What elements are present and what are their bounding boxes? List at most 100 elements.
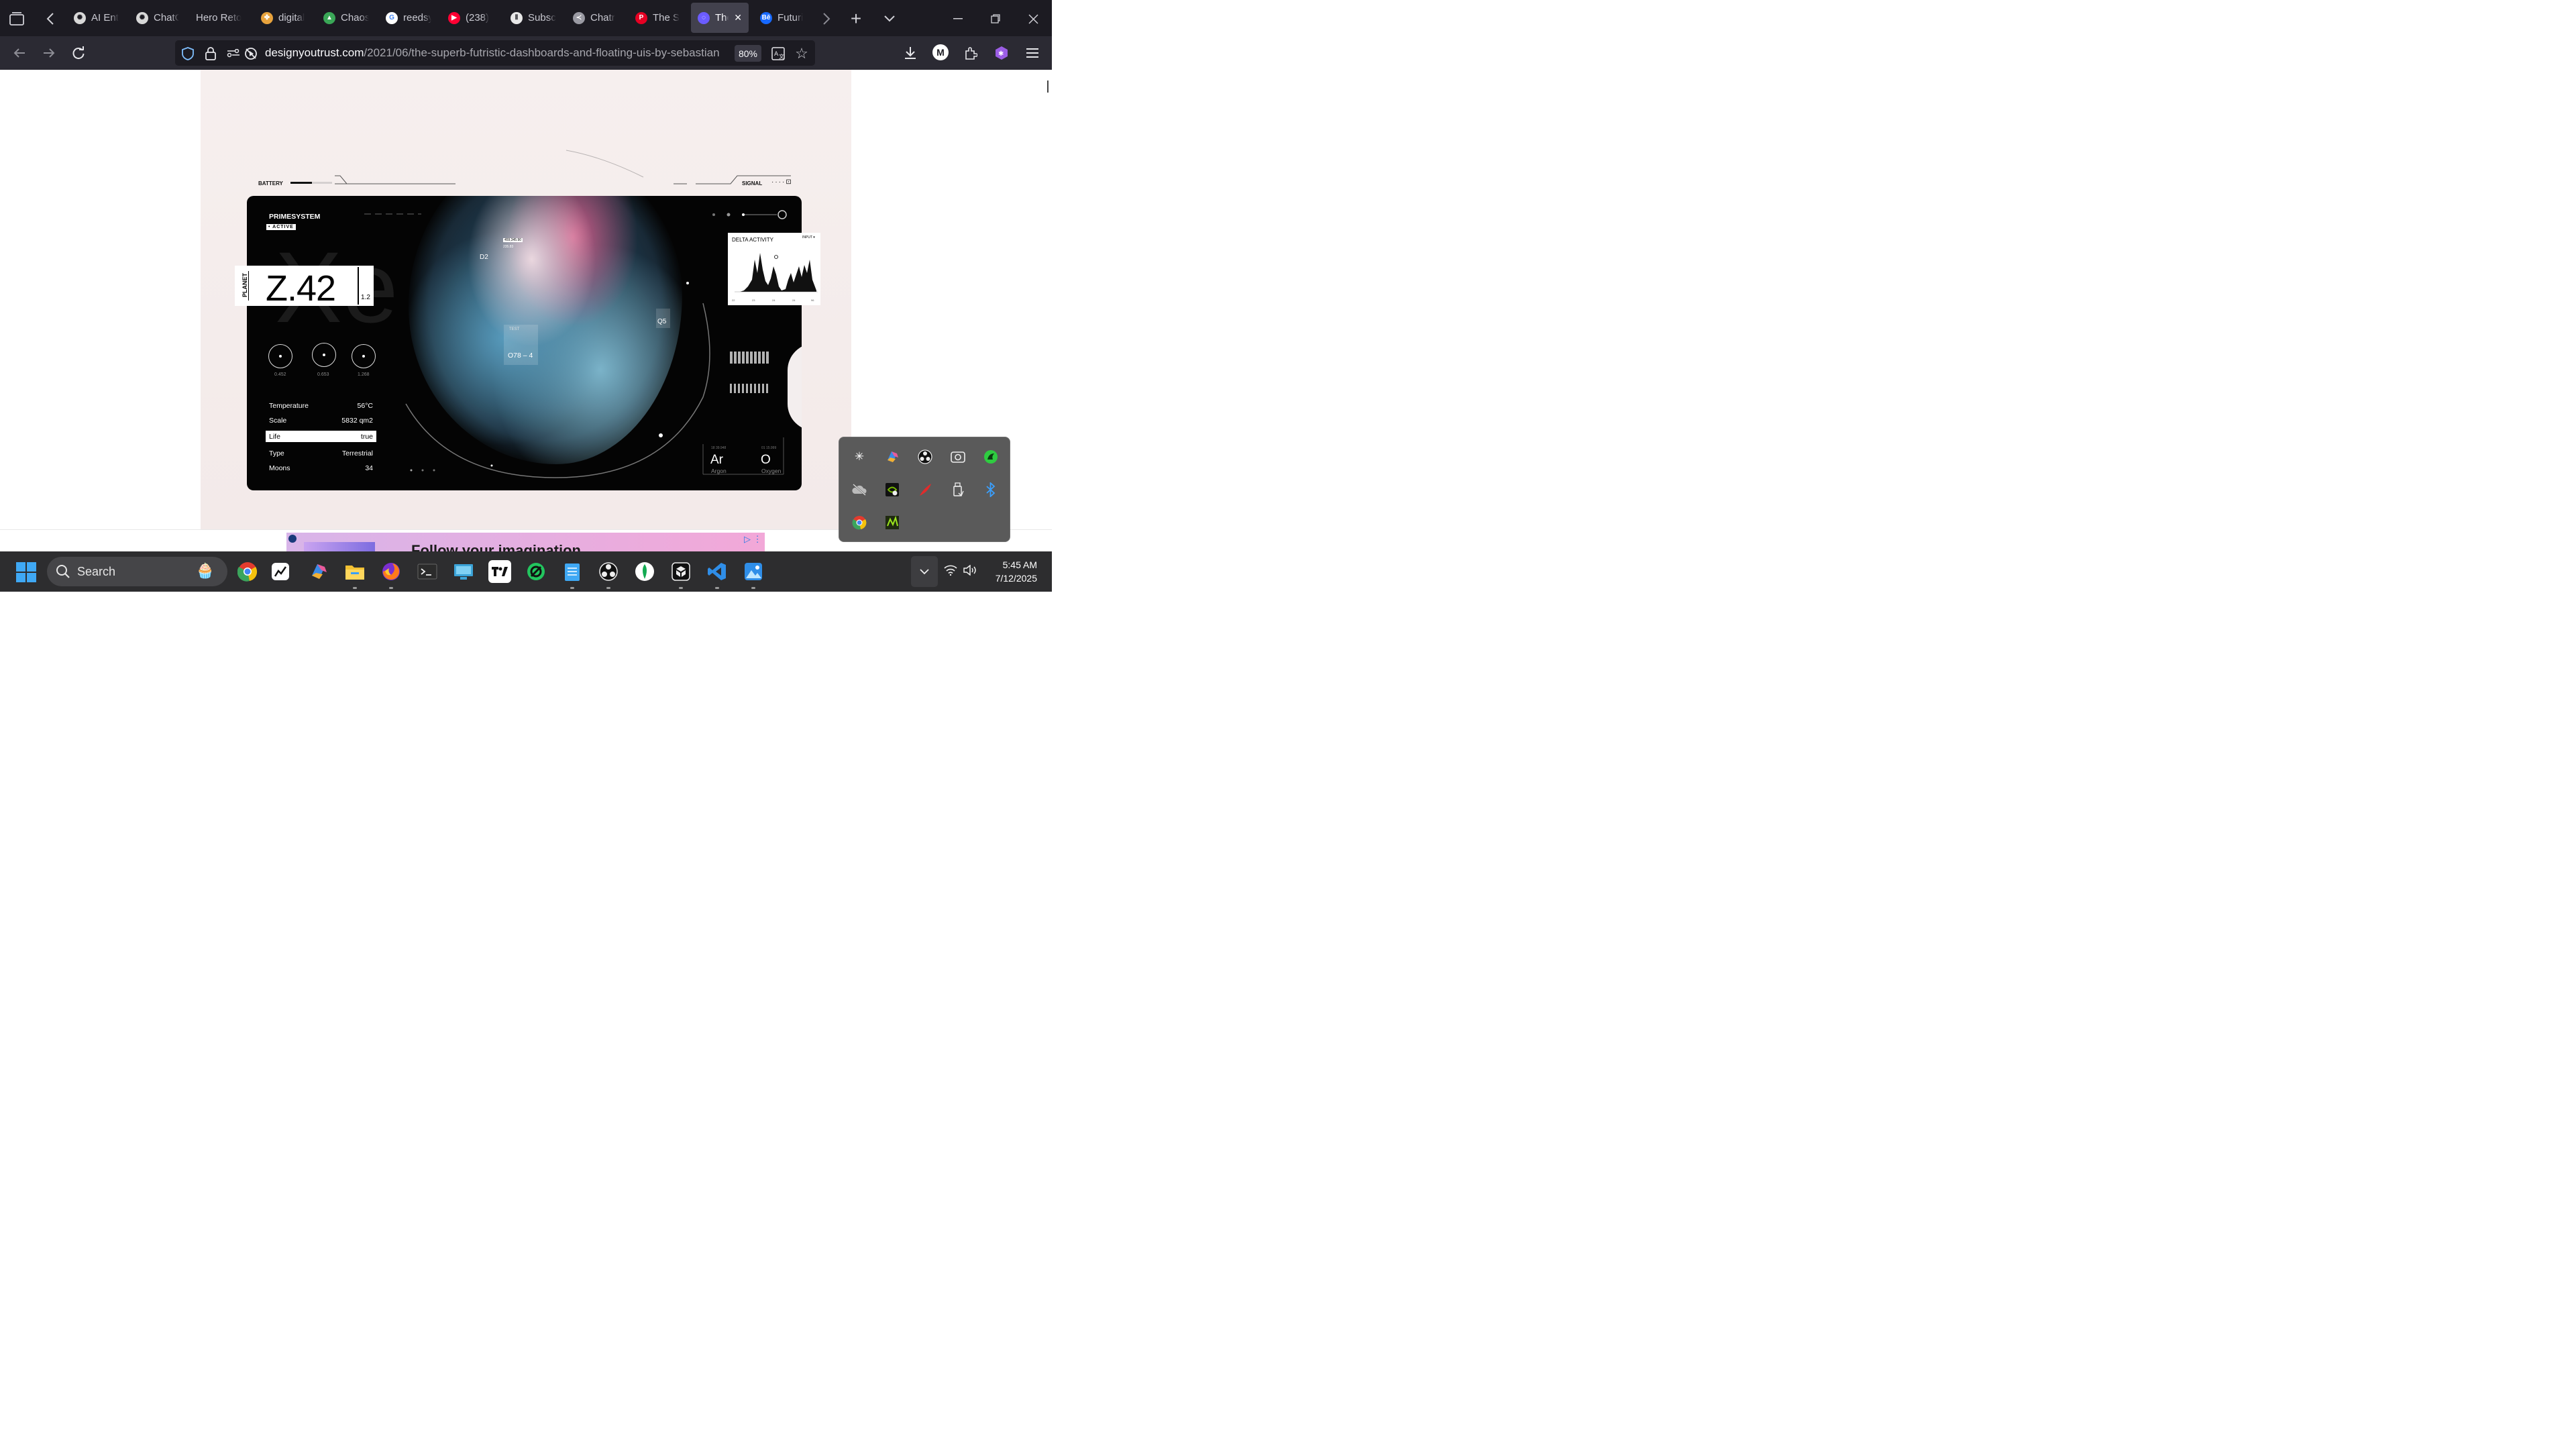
copilot-taskbar-icon[interactable]	[307, 560, 330, 583]
account-avatar[interactable]: M	[932, 44, 949, 60]
box-app-taskbar-icon[interactable]	[669, 560, 692, 589]
gauge-dial-3	[352, 344, 376, 368]
show-hidden-icons-button[interactable]	[911, 556, 938, 587]
bluetooth-tray-icon[interactable]	[983, 482, 999, 498]
extensions-puzzle-icon[interactable]	[962, 44, 979, 62]
photos-taskbar-icon[interactable]	[742, 560, 765, 589]
tab-label: reedsy	[403, 12, 431, 23]
browser-tab[interactable]: ◌ The ✕	[691, 3, 749, 33]
vscode-taskbar-icon[interactable]	[706, 560, 729, 589]
list-all-tabs-icon[interactable]	[880, 9, 899, 28]
tab-label: The	[715, 12, 729, 23]
stocks-app-taskbar-icon[interactable]	[272, 563, 289, 580]
tab-strip: ✺ AI Ent ✺ ChatG Hero Reto ✤ digital ▲ Chaos Gree…	[0, 0, 1052, 36]
browser-tab[interactable]: Ⅱ Subsc	[504, 3, 563, 33]
info-row-temperature: Temperature 56°C	[269, 402, 373, 410]
browser-tab[interactable]: Greedsy	[379, 3, 438, 33]
ad-shield-icon	[288, 535, 297, 543]
clock-date: 7/12/2025	[995, 573, 1037, 584]
back-icon[interactable]	[11, 44, 28, 62]
claude-tray-icon[interactable]: ✳	[851, 449, 867, 465]
coordinate-readout-2: 235.83	[503, 245, 514, 249]
extension-hexagon-icon[interactable]: ✱	[993, 44, 1010, 62]
info-row-type: Type Terrestrial	[269, 449, 373, 458]
restore-window-icon[interactable]	[986, 9, 1005, 28]
new-tab-icon[interactable]: +	[847, 9, 865, 28]
taskbar-search-box[interactable]: Search 🧁	[47, 557, 227, 586]
minimize-window-icon[interactable]	[949, 9, 967, 28]
chrome-tray-icon[interactable]	[851, 515, 867, 531]
zoom-level-button[interactable]: 80%	[735, 45, 761, 62]
battery-label: BATTERY	[258, 180, 283, 186]
bar-readout-1	[730, 352, 769, 364]
tradingview-taskbar-icon[interactable]	[488, 560, 511, 583]
browser-tab[interactable]: ▶ (238)	[441, 3, 500, 33]
adobe-tray-icon[interactable]	[917, 482, 933, 498]
nvidia-tray-icon[interactable]	[884, 482, 900, 498]
system-clock[interactable]: 5:45 AM 7/12/2025	[989, 558, 1037, 585]
notepad-taskbar-icon[interactable]	[561, 560, 584, 589]
wifi-icon[interactable]	[944, 565, 957, 579]
page-scrollbar-thumb[interactable]	[1047, 80, 1049, 93]
url-text[interactable]: designyoutrust.com/2021/06/the-superb-fu…	[265, 40, 727, 66]
spinner-icon: ◌	[698, 11, 710, 24]
file-explorer-taskbar-icon[interactable]	[343, 560, 366, 589]
camera-tray-icon[interactable]	[950, 449, 966, 465]
volume-icon[interactable]	[963, 564, 978, 579]
browser-tab[interactable]: ✤ digital	[254, 3, 313, 33]
forward-icon[interactable]	[40, 44, 58, 62]
element-argon-meta: 18 39.948	[711, 446, 727, 450]
close-tab-icon[interactable]: ✕	[734, 12, 742, 23]
start-button[interactable]	[16, 562, 36, 582]
mongodb-taskbar-icon[interactable]	[633, 560, 656, 583]
autoplay-blocked-icon[interactable]	[244, 46, 258, 61]
firefox-taskbar-icon[interactable]	[380, 560, 402, 589]
search-highlight-cupcake-icon: 🧁	[196, 562, 215, 579]
tab-label: Subsc	[528, 12, 556, 23]
tracking-protection-shield-icon[interactable]	[180, 46, 195, 61]
usb-eject-tray-icon[interactable]	[950, 482, 966, 498]
browser-tab[interactable]: ✺ ChatG	[129, 3, 186, 33]
razer-tray-icon[interactable]	[983, 449, 999, 465]
browser-tab[interactable]: ✺ AI Ent	[67, 3, 126, 33]
green-circle-app-taskbar-icon[interactable]	[525, 560, 547, 583]
tab-label: The S	[653, 12, 680, 23]
permissions-icon[interactable]	[226, 46, 241, 61]
openai-icon: ✺	[136, 11, 148, 24]
signal-label: SIGNAL	[742, 180, 763, 186]
lock-icon[interactable]	[203, 46, 218, 61]
green-app-tray-icon[interactable]	[884, 515, 900, 531]
copilot-tray-icon[interactable]	[884, 449, 900, 465]
ad-choices-icon[interactable]: ▷ ⋮	[744, 534, 762, 545]
planet-sub-value: 1.2	[361, 294, 370, 301]
info-key: Type	[269, 449, 284, 458]
browser-tab[interactable]: P The S	[629, 3, 688, 33]
close-window-icon[interactable]	[1024, 9, 1042, 28]
signal-dots: ····⊡	[771, 178, 793, 186]
svg-text:✱: ✱	[998, 50, 1004, 58]
browser-tab[interactable]: Bē Futuri	[753, 3, 812, 33]
chrome-taskbar-icon[interactable]	[236, 560, 259, 583]
browser-tab[interactable]: ▲ Chaos	[317, 3, 376, 33]
obs-taskbar-icon[interactable]	[597, 560, 620, 589]
terminal-taskbar-icon[interactable]	[416, 560, 439, 583]
reload-icon[interactable]	[70, 44, 87, 62]
app-menu-icon[interactable]	[1024, 44, 1041, 62]
browser-tab[interactable]: Hero Reto	[189, 3, 251, 33]
remote-desktop-taskbar-icon[interactable]	[452, 560, 475, 583]
running-indicator	[389, 587, 393, 589]
bookmark-star-icon[interactable]: ☆	[794, 46, 810, 62]
browser-tab[interactable]: ≺ Chatr	[566, 3, 625, 33]
translate-icon[interactable]: A文	[771, 46, 786, 61]
downloads-icon[interactable]	[902, 44, 919, 62]
pinterest-icon: P	[635, 11, 647, 24]
tabs-scroll-left-icon[interactable]	[42, 10, 59, 28]
obs-tray-icon[interactable]	[917, 449, 933, 465]
tabs-scroll-right-icon[interactable]	[818, 10, 835, 28]
clock-time: 5:45 AM	[1002, 559, 1037, 570]
gauge-dial-1	[268, 344, 292, 368]
tab-overview-icon[interactable]	[8, 10, 25, 28]
onedrive-offline-tray-icon[interactable]	[851, 482, 867, 498]
running-indicator	[353, 587, 357, 589]
address-bar[interactable]: designyoutrust.com/2021/06/the-superb-fu…	[175, 40, 815, 66]
